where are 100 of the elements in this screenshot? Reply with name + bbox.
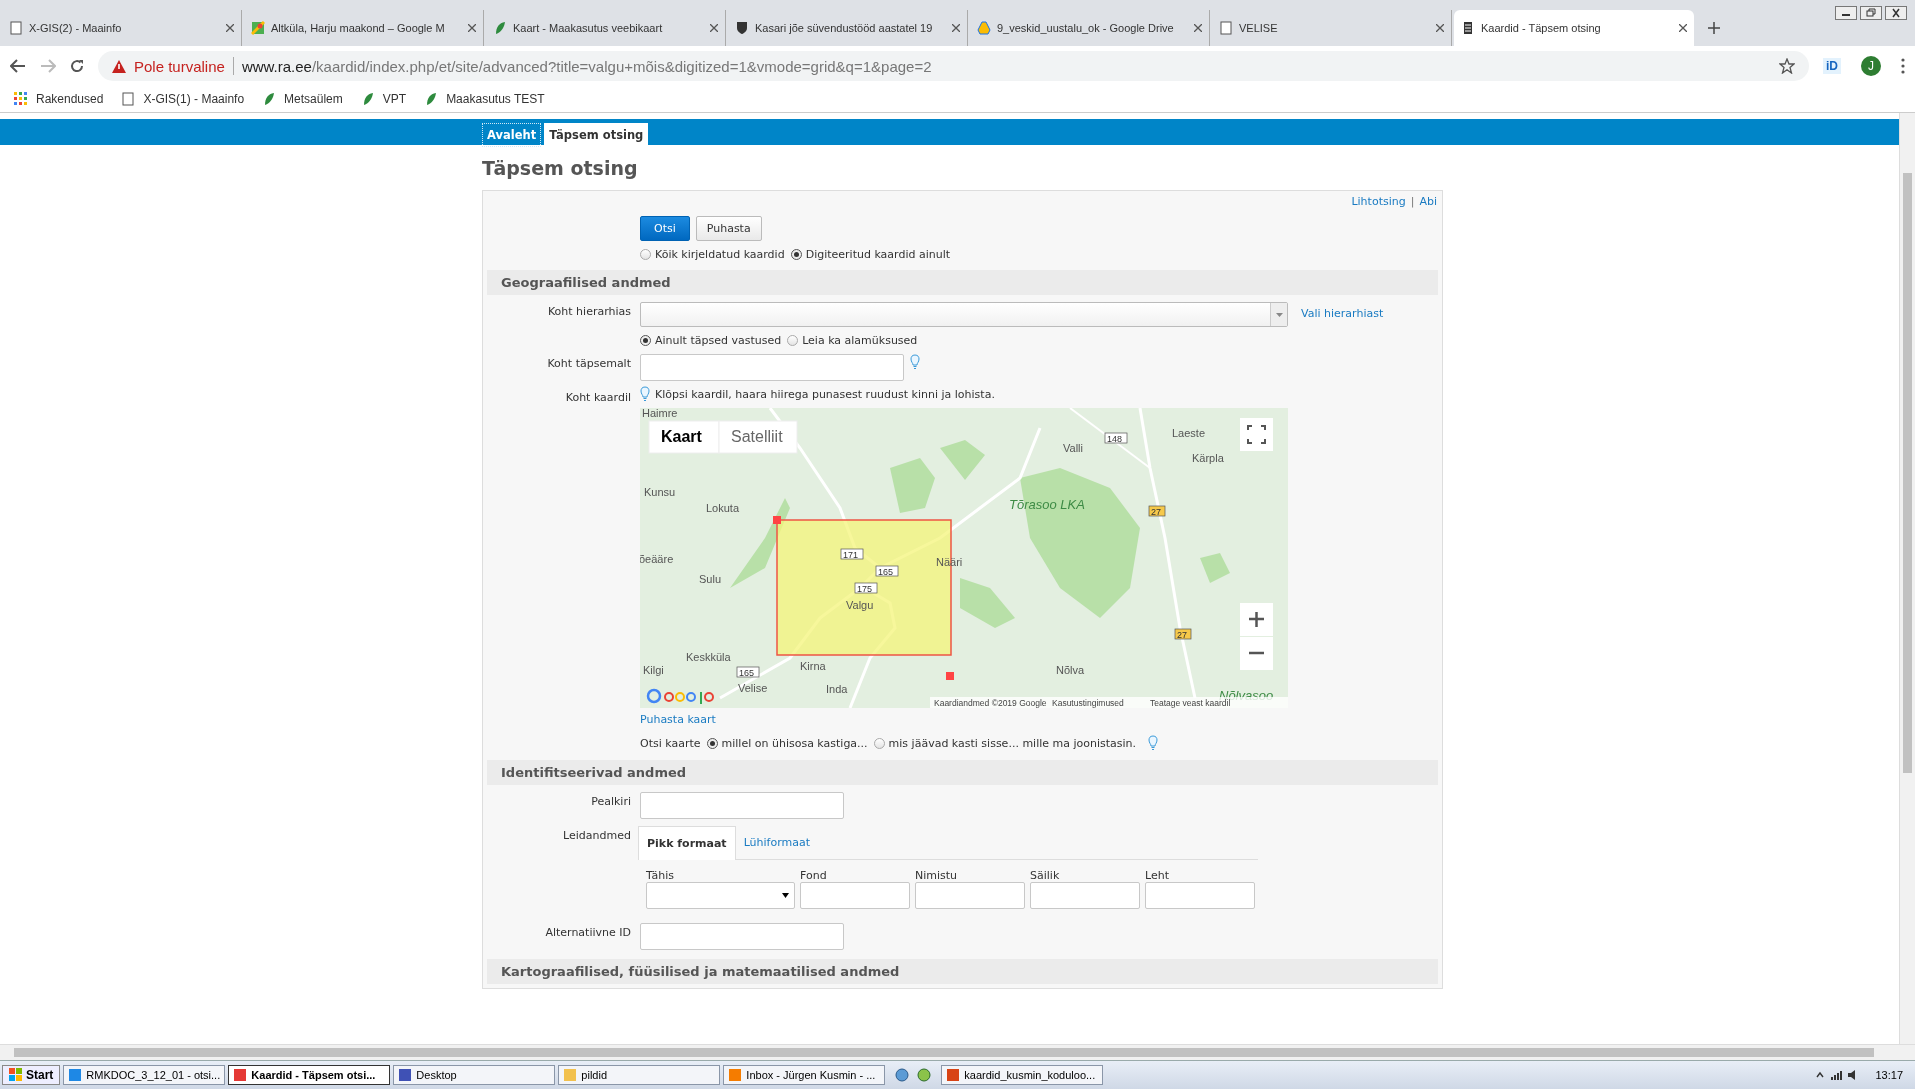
tab-favicon-icon — [251, 21, 265, 35]
bookmark[interactable]: X-GIS(1) - Maainfo — [121, 92, 245, 106]
lightbulb-icon — [1148, 735, 1159, 751]
menu-icon[interactable] — [1901, 58, 1905, 74]
radio-label[interactable]: millel on ühisosa kastiga... — [721, 736, 868, 750]
warning-icon — [112, 59, 126, 73]
taskbar-item[interactable]: pildid — [558, 1065, 721, 1085]
bookmark[interactable]: VPT — [360, 92, 407, 106]
close-icon[interactable] — [1436, 24, 1444, 32]
radio-label[interactable]: mis jäävad kasti sisse... mille ma joonistasin. — [888, 736, 1137, 750]
close-icon[interactable] — [468, 24, 476, 32]
tab-favicon-icon — [9, 21, 23, 35]
horizontal-scrollbar[interactable] — [0, 1044, 1915, 1060]
attribution-text[interactable]: Teatage veast kaardil — [1150, 698, 1231, 708]
nav-tab[interactable]: Täpsem otsing — [544, 123, 649, 147]
place-input-field[interactable] — [640, 354, 904, 381]
bookmark-icon — [121, 92, 136, 106]
taskbar-item[interactable]: Inbox - Jürgen Kusmin - ... — [723, 1065, 886, 1085]
field-label: Pealkiri — [590, 794, 632, 808]
taskbar-app-icon[interactable] — [894, 1067, 911, 1083]
section-header: Identifitseerivad andmed — [487, 760, 1438, 785]
radio-label[interactable]: Kõik kirjeldatud kaardid — [655, 248, 785, 261]
attribution-text[interactable]: Kasutustingimused — [1052, 698, 1124, 708]
map-place-label: Nõlva — [1056, 664, 1085, 676]
zoom-in-button[interactable] — [1240, 603, 1273, 636]
vertical-scrollbar[interactable] — [1899, 113, 1915, 1044]
fullscreen-button[interactable] — [1240, 418, 1273, 451]
clear-map-link[interactable]: Puhasta kaart — [640, 713, 1288, 726]
restore-icon[interactable] — [1860, 6, 1882, 20]
back-icon[interactable] — [10, 59, 26, 73]
reference-input-field[interactable] — [915, 882, 1025, 909]
taskbar-item[interactable]: Desktop — [393, 1065, 556, 1085]
radio-button[interactable] — [640, 249, 651, 260]
close-icon[interactable] — [952, 24, 960, 32]
radio-button[interactable] — [790, 249, 802, 260]
reference-input-field[interactable] — [1145, 882, 1255, 909]
map-type-tab[interactable]: Kaart — [648, 420, 720, 454]
app-icon — [947, 1069, 960, 1081]
field-label: Tähis — [646, 869, 675, 882]
dropdown-arrow-icon — [1275, 312, 1283, 317]
app-icon — [399, 1069, 412, 1081]
alternative-id-input-field[interactable] — [640, 923, 844, 950]
nav-tab[interactable]: Avaleht — [482, 123, 542, 147]
new-tab-icon[interactable] — [1708, 22, 1720, 34]
bookmark[interactable]: Rakendused — [14, 92, 104, 106]
format-tab[interactable]: Pikk formaat — [638, 826, 736, 860]
map-place-label: Valli — [1063, 442, 1083, 454]
format-tab[interactable]: Lühiformaat — [735, 826, 819, 859]
extension-button[interactable]: iD — [1823, 58, 1841, 74]
map-place-label: Inda — [826, 683, 848, 695]
help-link[interactable]: Abi — [1419, 195, 1437, 209]
radio-button[interactable] — [640, 335, 651, 346]
resize-handle[interactable] — [773, 516, 781, 524]
radio-label[interactable]: Leia ka alamüksused — [802, 334, 918, 347]
profile-avatar[interactable]: J — [1861, 56, 1881, 76]
close-icon[interactable] — [1885, 6, 1907, 20]
start-button[interactable]: Start — [2, 1065, 61, 1085]
map-place-label: Kirna — [800, 660, 826, 672]
taskbar-item[interactable]: RMKDOC_3_12_01 - otsi... — [63, 1065, 226, 1085]
star-icon[interactable] — [1779, 58, 1795, 74]
form-button[interactable]: Puhasta — [695, 216, 762, 241]
app-icon — [69, 1069, 82, 1081]
reference-input-field[interactable] — [1030, 882, 1140, 909]
radio-button[interactable] — [873, 737, 885, 749]
minimize-icon[interactable] — [1835, 6, 1857, 20]
bookmark[interactable]: Maakasutus TEST — [424, 92, 545, 106]
close-icon[interactable] — [1194, 24, 1202, 32]
road-number-sign: 148 — [1104, 432, 1128, 444]
resize-handle[interactable] — [946, 672, 954, 680]
address-bar[interactable]: Pole turvaline www.ra.ee/kaardid/index.php/et/site/advanced?title=valgu+mõis&digitized=1&vmode=grid&q=1&page=2 — [98, 51, 1809, 81]
app-icon — [234, 1069, 247, 1081]
bookmark[interactable]: Metsaülem — [262, 92, 343, 106]
map-place-label: Haimre — [642, 408, 678, 419]
taskbar-item[interactable]: kaardid_kusmin_koduloo... — [941, 1065, 1104, 1085]
taskbar-app-icon[interactable] — [916, 1067, 933, 1083]
tab-favicon-icon — [735, 21, 749, 35]
map-place-label: Sulu — [699, 573, 722, 585]
help-link[interactable]: Lihtotsing — [1351, 195, 1406, 209]
radio-label[interactable]: Digiteeritud kaardid ainult — [805, 248, 951, 261]
map-hint-text: Klõpsi kaardil, haara hiirega punasest ruudust kinni ja lohista. — [655, 387, 995, 401]
radio-label[interactable]: Ainult täpsed vastused — [655, 334, 782, 347]
close-icon[interactable] — [710, 24, 718, 32]
title-input-field[interactable] — [640, 792, 844, 819]
reload-icon[interactable] — [70, 59, 84, 73]
road-number-sign: 27 — [1148, 505, 1166, 517]
dropdown-arrow-icon — [782, 893, 789, 898]
map-type-tab[interactable]: Satelliit — [718, 420, 798, 454]
form-button[interactable]: Otsi — [640, 216, 690, 241]
zoom-out-button[interactable] — [1240, 637, 1273, 670]
hierarchy-link[interactable]: Vali hierarhiast — [1301, 302, 1384, 320]
taskbar-item[interactable]: Kaardid - Täpsem otsi... — [228, 1065, 391, 1085]
radio-button[interactable] — [706, 737, 718, 749]
browser-tab[interactable]: Kaardid - Täpsem otsing — [1454, 10, 1694, 46]
close-icon[interactable] — [1679, 24, 1687, 32]
close-icon[interactable] — [226, 24, 234, 32]
radio-button[interactable] — [787, 335, 799, 346]
reference-input-field[interactable] — [800, 882, 910, 909]
forest-patch — [1200, 553, 1230, 583]
forest-patch — [890, 458, 935, 513]
forest-patch — [940, 440, 985, 480]
